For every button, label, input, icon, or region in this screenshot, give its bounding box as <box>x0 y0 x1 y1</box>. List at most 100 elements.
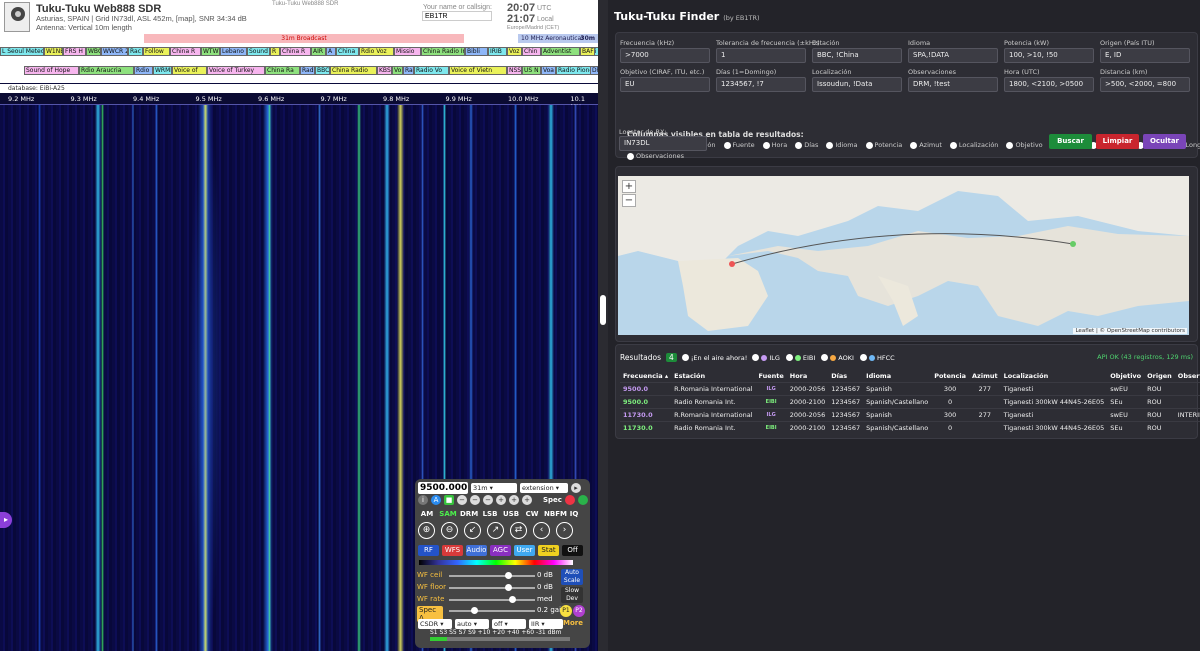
station-label[interactable]: Voice of <box>172 66 207 75</box>
column-header[interactable]: Objetivo <box>1107 370 1144 383</box>
column-checkbox[interactable]: Localización <box>949 141 998 149</box>
station-label[interactable]: R <box>270 47 280 56</box>
column-checkbox[interactable]: Fuente <box>723 141 755 149</box>
column-header[interactable]: Frecuencia ▴ <box>620 370 671 383</box>
field-input[interactable]: E, ID <box>1100 48 1190 63</box>
minus-2-icon[interactable]: − <box>470 495 480 505</box>
spec-delta-slider[interactable] <box>449 607 535 614</box>
station-label[interactable]: Lebano <box>220 47 247 56</box>
field-input[interactable]: DRM, !test <box>908 77 998 92</box>
column-checkbox[interactable]: Días <box>795 141 818 149</box>
station-label[interactable]: Rdio <box>134 66 153 75</box>
station-label[interactable]: L Seoul Meteo Fax <box>0 47 44 56</box>
frequency-scale[interactable]: 9.2 MHz 9.3 MHz 9.4 MHz 9.5 MHz 9.6 MHz 9.7 M… <box>0 93 598 111</box>
station-label[interactable]: Rdio Araucria <box>79 66 134 75</box>
callsign-input[interactable] <box>422 11 492 21</box>
field-input[interactable]: >500, <2000, =800 <box>1100 77 1190 92</box>
field-input[interactable]: >7000 <box>620 48 710 63</box>
mode-sam-button[interactable]: SAM <box>439 509 457 519</box>
station-label[interactable]: Chin <box>522 47 541 56</box>
plus-1-icon[interactable]: + <box>496 495 506 505</box>
tab-stat[interactable]: Stat <box>538 545 559 556</box>
mode-usb-button[interactable]: USB <box>502 509 520 519</box>
mode-nbfm-button[interactable]: NBFM <box>544 509 567 519</box>
field-input[interactable]: EU <box>620 77 710 92</box>
frequency-input[interactable]: 9500.000 <box>418 482 468 494</box>
mode-lsb-button[interactable]: LSB <box>481 509 499 519</box>
extension-select[interactable]: extension ▾ <box>520 483 568 493</box>
zoom-in-icon[interactable]: ⊕ <box>418 522 435 539</box>
bottom-select[interactable]: IIR ▾ <box>529 619 563 629</box>
wf-floor-knob[interactable] <box>504 584 512 591</box>
record-icon[interactable] <box>577 495 588 505</box>
station-label[interactable]: IRIB <box>488 47 507 56</box>
mode-iq-button[interactable]: IQ <box>565 509 583 519</box>
zoom-out-icon[interactable]: ⊖ <box>441 522 458 539</box>
station-label[interactable]: China Radio <box>330 66 377 75</box>
station-label[interactable]: US N <box>522 66 541 75</box>
station-label[interactable]: Ra <box>403 66 414 75</box>
column-header[interactable]: Fuente <box>755 370 786 383</box>
clear-button[interactable]: Limpiar <box>1096 134 1139 149</box>
bottom-select[interactable]: CSDR ▾ <box>418 619 452 629</box>
table-row[interactable]: 11730.0 Radio Romania Int. EIBI 2000-2100 12… <box>620 421 1200 434</box>
tab-audio[interactable]: Audio <box>466 545 487 556</box>
station-label[interactable]: China Ra <box>265 66 300 75</box>
column-checkbox[interactable]: Hora <box>762 141 787 149</box>
source-filter-ilg[interactable]: ILG <box>752 354 780 362</box>
station-label[interactable]: Bibli <box>465 47 488 56</box>
wf-ceil-slider[interactable] <box>449 572 535 579</box>
field-input[interactable]: 100, >10, !50 <box>1004 48 1094 63</box>
station-label[interactable]: Vo <box>392 66 403 75</box>
locator-input[interactable]: IN73DL <box>619 136 707 151</box>
mode-am-button[interactable]: AM <box>418 509 436 519</box>
bottom-select[interactable]: off ▾ <box>492 619 526 629</box>
column-checkbox[interactable]: Azimut <box>910 141 942 149</box>
station-label[interactable]: BAF <box>580 47 595 56</box>
station-label[interactable]: NSS <box>507 66 522 75</box>
wf-floor-slider[interactable] <box>449 584 535 591</box>
station-label[interactable]: China R <box>170 47 201 56</box>
spec-button[interactable]: Spec <box>543 496 562 504</box>
station-label[interactable]: Voice of Vietn <box>449 66 507 75</box>
tx-marker[interactable] <box>1070 241 1076 247</box>
station-label[interactable]: BBC <box>315 66 330 75</box>
spec-delta-knob[interactable] <box>470 607 478 614</box>
column-header[interactable]: Potencia <box>931 370 969 383</box>
table-row[interactable]: 9500.0 Radio Romania Int. EIBI 2000-2100 123… <box>620 395 1200 409</box>
mute-icon[interactable] <box>564 495 575 505</box>
station-label[interactable]: WRMI <box>153 66 172 75</box>
search-button[interactable]: Buscar <box>1049 134 1092 149</box>
wf-rate-knob[interactable] <box>509 596 517 603</box>
station-label[interactable]: Missio <box>394 47 421 56</box>
plus-2-icon[interactable]: + <box>509 495 519 505</box>
column-header[interactable]: Hora <box>787 370 828 383</box>
table-row[interactable]: 9500.0 R.Romania International ILG 2000-205… <box>620 382 1200 396</box>
band-31m[interactable]: 31m Broadcast <box>144 34 464 43</box>
field-input[interactable]: 1234567, !7 <box>716 77 806 92</box>
tab-rf[interactable]: RF <box>418 545 439 556</box>
station-label[interactable]: Voice of Turkey <box>207 66 265 75</box>
plus-3-icon[interactable]: + <box>522 495 532 505</box>
zoom-max-icon[interactable]: ↙ <box>464 522 481 539</box>
band-select[interactable]: 31m ▾ <box>471 483 517 493</box>
bottom-select[interactable]: auto ▾ <box>455 619 489 629</box>
page-left-icon[interactable]: ‹ <box>533 522 550 539</box>
wf-ceil-knob[interactable] <box>504 572 512 579</box>
column-header[interactable]: Azimut <box>969 370 1001 383</box>
zoom-out-button[interactable]: − <box>622 194 636 207</box>
station-label[interactable]: Rad <box>300 66 315 75</box>
on-air-checkbox[interactable]: ¡En el aire ahora! <box>681 354 747 362</box>
more-button[interactable]: More <box>563 619 583 627</box>
station-label[interactable]: WBC <box>86 47 101 56</box>
station-label[interactable]: China <box>336 47 359 56</box>
divider-grip-icon[interactable] <box>600 295 606 325</box>
tab-user[interactable]: User <box>514 545 535 556</box>
column-header[interactable]: Origen <box>1144 370 1175 383</box>
split-divider[interactable] <box>598 0 608 651</box>
info-icon[interactable]: i <box>418 495 428 505</box>
column-header[interactable]: Observaciones <box>1175 370 1200 383</box>
p1-button[interactable]: P1 <box>560 605 572 617</box>
station-label[interactable]: Rac <box>128 47 143 56</box>
source-filter-eibi[interactable]: EIBI <box>785 354 815 362</box>
